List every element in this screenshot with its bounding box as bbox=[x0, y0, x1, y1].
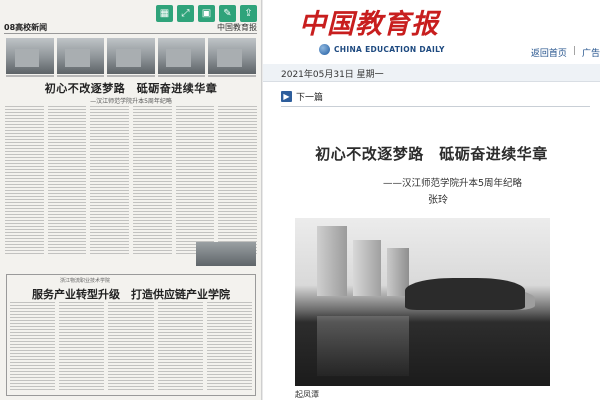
scan-photo-strip bbox=[6, 38, 256, 74]
ad-link[interactable]: 广告 bbox=[582, 46, 600, 59]
next-article-button[interactable]: ▶ 下一篇 bbox=[281, 90, 323, 103]
site-logo[interactable]: 中国教育报 bbox=[299, 2, 439, 41]
site-logo-en: CHINA EDUCATION DAILY bbox=[319, 44, 445, 55]
article-nav: ▶ 下一篇 bbox=[263, 88, 600, 106]
link-divider: | bbox=[572, 46, 576, 56]
share-icon[interactable]: ⇪ bbox=[240, 5, 257, 22]
article-photo bbox=[295, 218, 550, 386]
date-bar: 2021年05月31日 星期一 bbox=[263, 64, 600, 82]
brand-header: 中国教育报 CHINA EDUCATION DAILY 返回首页 | 广告 bbox=[263, 0, 600, 64]
issue-date: 2021年05月31日 星期一 bbox=[281, 70, 384, 80]
scan-section-label: 08高校新闻 bbox=[4, 23, 48, 32]
scan-photo bbox=[208, 38, 256, 74]
save-icon[interactable]: ▣ bbox=[198, 5, 215, 22]
scan-headline-main[interactable]: 初心不改逐梦路 砥砺奋进续华章 bbox=[0, 80, 261, 96]
arrow-right-icon: ▶ bbox=[281, 91, 292, 102]
article-author: 张玲 bbox=[428, 195, 448, 206]
article-subtitle: ——汉江师范学院升本5周年纪略 bbox=[382, 178, 522, 189]
home-link[interactable]: 返回首页 bbox=[531, 46, 567, 59]
scan-photo bbox=[157, 38, 206, 74]
scan-inline-photo bbox=[196, 242, 256, 266]
grid-icon[interactable]: ▦ bbox=[156, 5, 173, 22]
top-links: 返回首页 | 广告 bbox=[531, 46, 600, 59]
scan-photo bbox=[107, 38, 155, 74]
article-title: 初心不改逐梦路 砥砺奋进续华章 bbox=[315, 145, 548, 163]
scan-box-label: 浙江物流职业技术学院 bbox=[60, 278, 111, 284]
scan-headline-sub: —汉江师范学院升本5周年纪略 bbox=[90, 98, 172, 105]
scan-page-header: 08高校新闻 中国教育报 bbox=[4, 22, 257, 34]
edit-icon[interactable]: ✎ bbox=[219, 5, 236, 22]
article-panel: 中国教育报 CHINA EDUCATION DAILY 返回首页 | 广告 20… bbox=[263, 0, 600, 400]
logo-en-text: CHINA EDUCATION DAILY bbox=[334, 45, 445, 54]
photo-caption: 起凤潭 bbox=[295, 390, 319, 399]
scan-photo bbox=[6, 38, 54, 74]
page-toolbar: ▦ ⤢ ▣ ✎ ⇪ bbox=[156, 5, 257, 22]
scan-article-columns[interactable] bbox=[5, 106, 258, 256]
expand-icon[interactable]: ⤢ bbox=[177, 5, 194, 22]
next-article-label: 下一篇 bbox=[296, 93, 324, 103]
newspaper-page-scan[interactable]: ▦ ⤢ ▣ ✎ ⇪ 08高校新闻 中国教育报 初心不改逐梦路 砥砺奋进续华章 —… bbox=[0, 0, 262, 400]
scan-second-columns bbox=[10, 302, 253, 392]
scan-photo-captions bbox=[6, 75, 256, 77]
globe-icon bbox=[319, 44, 330, 55]
scan-photo bbox=[56, 38, 105, 74]
scan-headline-second[interactable]: 服务产业转型升级 打造供应链产业学院 bbox=[6, 286, 256, 302]
scan-masthead: 中国教育报 bbox=[217, 23, 257, 32]
nav-divider bbox=[281, 106, 590, 107]
